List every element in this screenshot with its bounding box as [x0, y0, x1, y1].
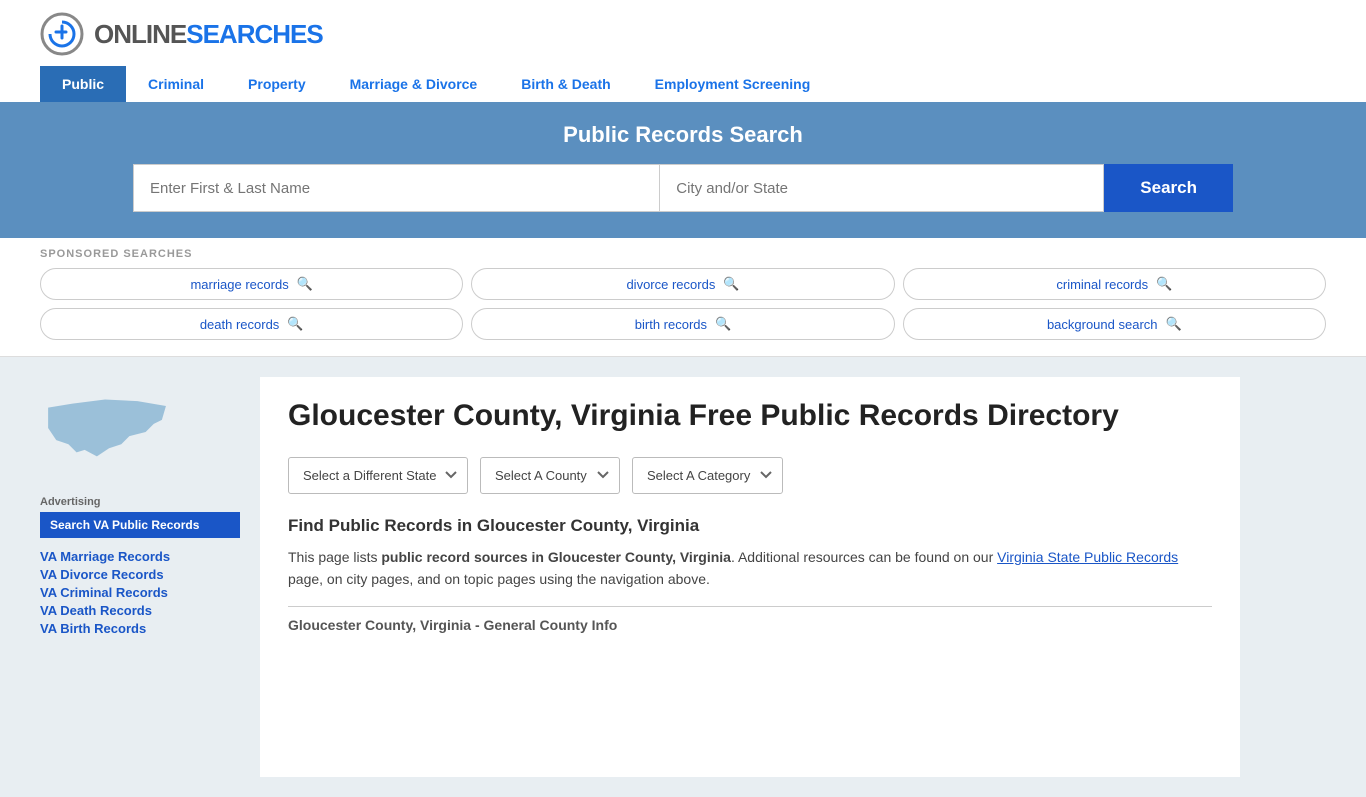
nav-item-criminal[interactable]: Criminal [126, 66, 226, 102]
list-item: VA Divorce Records [40, 566, 240, 582]
category-dropdown[interactable]: Select A Category [632, 457, 783, 494]
sponsored-link-marriage-text: marriage records [190, 277, 288, 292]
logo-text-searches: SEARCHES [186, 19, 322, 50]
state-dropdown[interactable]: Select a Different State [288, 457, 468, 494]
description-text: This page lists public record sources in… [288, 546, 1212, 591]
list-item: VA Birth Records [40, 620, 240, 636]
sponsored-link-death-text: death records [200, 317, 280, 332]
logo-area: ONLINE SEARCHES [40, 12, 1326, 56]
sidebar-links: VA Marriage Records VA Divorce Records V… [40, 548, 240, 636]
sponsored-link-death[interactable]: death records 🔍 [40, 308, 463, 340]
dropdowns-row: Select a Different State Select A County… [288, 457, 1212, 494]
sponsored-link-divorce[interactable]: divorce records 🔍 [471, 268, 894, 300]
main-content: Advertising Search VA Public Records VA … [0, 357, 1280, 797]
sidebar: Advertising Search VA Public Records VA … [40, 377, 240, 777]
main-nav: Public Criminal Property Marriage & Divo… [40, 66, 1326, 102]
search-icon-criminal: 🔍 [1156, 276, 1172, 292]
sponsored-links-grid: marriage records 🔍 divorce records 🔍 cri… [40, 268, 1326, 340]
sponsored-link-criminal[interactable]: criminal records 🔍 [903, 268, 1326, 300]
virginia-map [40, 387, 170, 477]
sidebar-link-criminal[interactable]: VA Criminal Records [40, 585, 168, 600]
name-search-input[interactable] [133, 164, 659, 212]
list-item: VA Marriage Records [40, 548, 240, 564]
sponsored-label: SPONSORED SEARCHES [40, 248, 1326, 260]
sidebar-link-divorce[interactable]: VA Divorce Records [40, 567, 164, 582]
content-area: Gloucester County, Virginia Free Public … [260, 377, 1240, 777]
sponsored-link-criminal-text: criminal records [1056, 277, 1148, 292]
desc-part2: . Additional resources can be found on o… [731, 549, 997, 565]
sponsored-section: SPONSORED SEARCHES marriage records 🔍 di… [0, 238, 1366, 357]
sponsored-link-birth[interactable]: birth records 🔍 [471, 308, 894, 340]
county-info-bar: Gloucester County, Virginia - General Co… [288, 606, 1212, 633]
location-search-input[interactable] [659, 164, 1104, 212]
sponsored-link-divorce-text: divorce records [626, 277, 715, 292]
nav-item-employment[interactable]: Employment Screening [633, 66, 833, 102]
county-dropdown[interactable]: Select A County [480, 457, 620, 494]
sidebar-link-marriage[interactable]: VA Marriage Records [40, 549, 170, 564]
desc-part1: This page lists [288, 549, 381, 565]
search-icon-background: 🔍 [1166, 316, 1182, 332]
state-records-link[interactable]: Virginia State Public Records [997, 549, 1178, 565]
list-item: VA Criminal Records [40, 584, 240, 600]
search-row: Search [133, 164, 1233, 212]
search-icon-death: 🔍 [287, 316, 303, 332]
sidebar-link-birth[interactable]: VA Birth Records [40, 621, 146, 636]
sponsored-link-birth-text: birth records [635, 317, 707, 332]
sponsored-link-marriage[interactable]: marriage records 🔍 [40, 268, 463, 300]
header: ONLINE SEARCHES Public Criminal Property… [0, 0, 1366, 102]
sponsored-link-background[interactable]: background search 🔍 [903, 308, 1326, 340]
search-banner: Public Records Search Search [0, 102, 1366, 238]
nav-item-birth-death[interactable]: Birth & Death [499, 66, 632, 102]
search-icon-marriage: 🔍 [297, 276, 313, 292]
list-item: VA Death Records [40, 602, 240, 618]
search-icon-divorce: 🔍 [723, 276, 739, 292]
nav-item-public[interactable]: Public [40, 66, 126, 102]
sidebar-ad-button[interactable]: Search VA Public Records [40, 512, 240, 538]
nav-item-marriage-divorce[interactable]: Marriage & Divorce [328, 66, 500, 102]
find-records-label: Find Public Records in Gloucester County… [288, 516, 1212, 536]
logo-icon [40, 12, 84, 56]
search-icon-birth: 🔍 [715, 316, 731, 332]
desc-bold1: public record sources in Gloucester Coun… [381, 549, 731, 565]
logo-text-online: ONLINE [94, 19, 186, 50]
advertising-label: Advertising [40, 496, 240, 508]
sponsored-link-background-text: background search [1047, 317, 1158, 332]
page-title: Gloucester County, Virginia Free Public … [288, 397, 1212, 435]
banner-title: Public Records Search [40, 122, 1326, 148]
desc-part3: page, on city pages, and on topic pages … [288, 571, 710, 587]
sidebar-link-death[interactable]: VA Death Records [40, 603, 152, 618]
nav-item-property[interactable]: Property [226, 66, 328, 102]
search-button[interactable]: Search [1104, 164, 1233, 212]
